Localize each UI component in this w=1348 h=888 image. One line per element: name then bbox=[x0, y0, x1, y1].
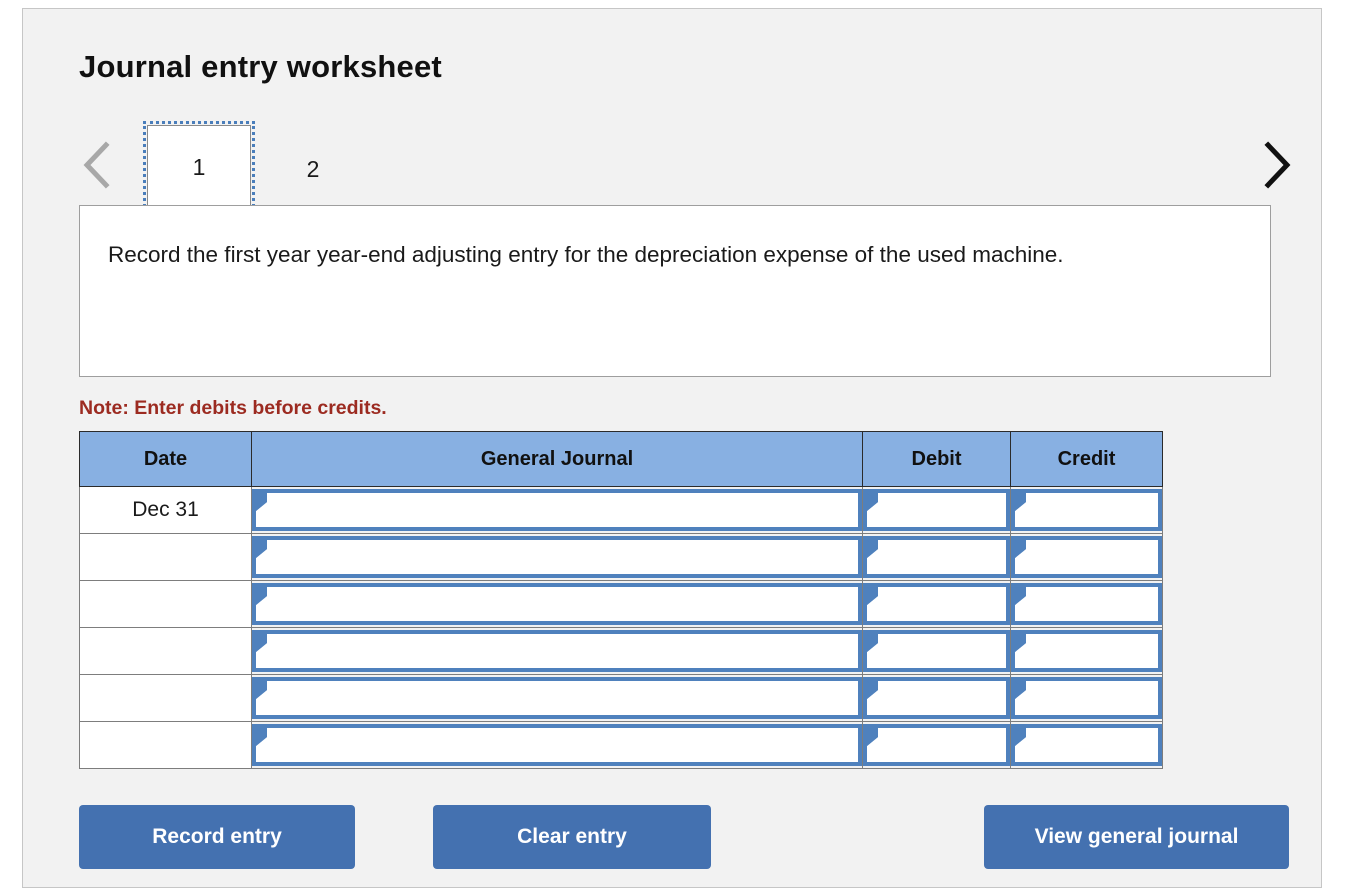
table-row bbox=[80, 581, 1163, 628]
credit-cell bbox=[1011, 628, 1163, 675]
table-row bbox=[80, 722, 1163, 769]
instruction-text: Record the first year year-end adjusting… bbox=[108, 236, 1168, 273]
table-header-row: Date General Journal Debit Credit bbox=[80, 432, 1163, 487]
credit-input[interactable] bbox=[1011, 630, 1162, 672]
credit-cell bbox=[1011, 675, 1163, 722]
general-journal-cell bbox=[252, 675, 863, 722]
general-journal-input[interactable] bbox=[252, 677, 862, 719]
journal-entry-table: Date General Journal Debit Credit Dec 31 bbox=[79, 431, 1163, 769]
dropdown-marker-icon bbox=[867, 493, 878, 511]
debit-input[interactable] bbox=[863, 630, 1010, 672]
date-cell[interactable] bbox=[80, 675, 252, 722]
dropdown-marker-icon bbox=[256, 587, 267, 605]
clear-entry-button[interactable]: Clear entry bbox=[433, 805, 711, 869]
general-journal-input[interactable] bbox=[252, 583, 862, 625]
general-journal-cell bbox=[252, 722, 863, 769]
column-header-credit: Credit bbox=[1011, 432, 1163, 487]
general-journal-input[interactable] bbox=[252, 630, 862, 672]
chevron-left-icon[interactable] bbox=[79, 135, 117, 195]
general-journal-cell bbox=[252, 487, 863, 534]
view-general-journal-label: View general journal bbox=[1035, 825, 1239, 849]
general-journal-cell bbox=[252, 534, 863, 581]
record-entry-button[interactable]: Record entry bbox=[79, 805, 355, 869]
general-journal-input[interactable] bbox=[252, 536, 862, 578]
general-journal-input[interactable] bbox=[252, 724, 862, 766]
date-cell[interactable] bbox=[80, 628, 252, 675]
pager-tab-2-label: 2 bbox=[307, 156, 320, 183]
worksheet-panel: Journal entry worksheet 1 2 Record the f… bbox=[22, 8, 1322, 888]
dropdown-marker-icon bbox=[256, 634, 267, 652]
date-cell[interactable] bbox=[80, 534, 252, 581]
dropdown-marker-icon bbox=[1015, 634, 1026, 652]
dropdown-marker-icon bbox=[256, 681, 267, 699]
table-row: Dec 31 bbox=[80, 487, 1163, 534]
date-cell[interactable] bbox=[80, 722, 252, 769]
dropdown-marker-icon bbox=[1015, 728, 1026, 746]
pager-tab-2[interactable]: 2 bbox=[265, 125, 361, 213]
debits-before-credits-note: Note: Enter debits before credits. bbox=[79, 397, 387, 420]
general-journal-input[interactable] bbox=[252, 489, 862, 531]
page-title: Journal entry worksheet bbox=[79, 49, 442, 85]
debit-cell bbox=[863, 628, 1011, 675]
dropdown-marker-icon bbox=[867, 634, 878, 652]
debit-cell bbox=[863, 675, 1011, 722]
credit-input[interactable] bbox=[1011, 489, 1162, 531]
debit-cell bbox=[863, 722, 1011, 769]
dropdown-marker-icon bbox=[1015, 493, 1026, 511]
view-general-journal-button[interactable]: View general journal bbox=[984, 805, 1289, 869]
column-header-general-journal: General Journal bbox=[252, 432, 863, 487]
dropdown-marker-icon bbox=[867, 587, 878, 605]
chevron-right-icon[interactable] bbox=[1256, 135, 1294, 195]
pager-tab-1[interactable]: 1 bbox=[147, 125, 251, 209]
dropdown-marker-icon bbox=[256, 540, 267, 558]
debit-input[interactable] bbox=[863, 724, 1010, 766]
credit-cell bbox=[1011, 487, 1163, 534]
pager-tab-1-label: 1 bbox=[193, 154, 206, 181]
dropdown-marker-icon bbox=[867, 681, 878, 699]
date-cell[interactable]: Dec 31 bbox=[80, 487, 252, 534]
dropdown-marker-icon bbox=[1015, 681, 1026, 699]
general-journal-cell bbox=[252, 581, 863, 628]
clear-entry-label: Clear entry bbox=[517, 825, 627, 849]
dropdown-marker-icon bbox=[256, 728, 267, 746]
general-journal-cell bbox=[252, 628, 863, 675]
table-row bbox=[80, 628, 1163, 675]
credit-input[interactable] bbox=[1011, 724, 1162, 766]
table-row bbox=[80, 675, 1163, 722]
record-entry-label: Record entry bbox=[152, 825, 282, 849]
debit-cell bbox=[863, 581, 1011, 628]
dropdown-marker-icon bbox=[867, 728, 878, 746]
debit-input[interactable] bbox=[863, 677, 1010, 719]
dropdown-marker-icon bbox=[256, 493, 267, 511]
dropdown-marker-icon bbox=[1015, 587, 1026, 605]
table-row bbox=[80, 534, 1163, 581]
credit-input[interactable] bbox=[1011, 536, 1162, 578]
credit-cell bbox=[1011, 534, 1163, 581]
debit-cell bbox=[863, 487, 1011, 534]
credit-input[interactable] bbox=[1011, 677, 1162, 719]
credit-input[interactable] bbox=[1011, 583, 1162, 625]
date-cell[interactable] bbox=[80, 581, 252, 628]
dropdown-marker-icon bbox=[1015, 540, 1026, 558]
column-header-date: Date bbox=[80, 432, 252, 487]
debit-cell bbox=[863, 534, 1011, 581]
dropdown-marker-icon bbox=[867, 540, 878, 558]
instruction-box: Record the first year year-end adjusting… bbox=[79, 205, 1271, 377]
debit-input[interactable] bbox=[863, 536, 1010, 578]
credit-cell bbox=[1011, 722, 1163, 769]
column-header-debit: Debit bbox=[863, 432, 1011, 487]
debit-input[interactable] bbox=[863, 583, 1010, 625]
worksheet-pager: 1 2 bbox=[79, 117, 1294, 215]
debit-input[interactable] bbox=[863, 489, 1010, 531]
credit-cell bbox=[1011, 581, 1163, 628]
